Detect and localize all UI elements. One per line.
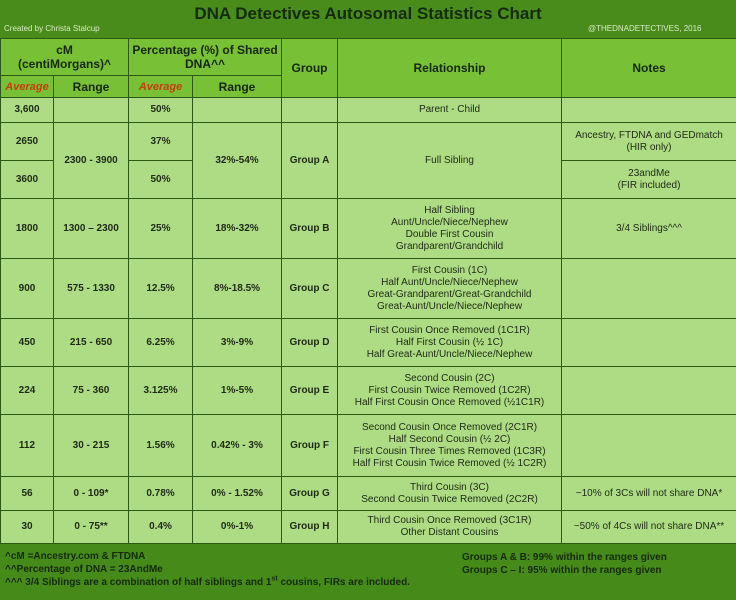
pct-average: 1.56% [128,414,194,477]
notes [561,414,736,477]
pct-range: 32%-54% [192,122,283,199]
footnote-percentage: ^^Percentage of DNA = 23AndMe [5,564,163,575]
pct-range-header: Range [192,75,283,98]
cm-range: 215 - 650 [52,318,130,367]
relationship: Third Cousin Once Removed (3C1R) Other D… [337,510,563,544]
pct-range: 0%-1% [192,510,283,544]
group: Group E [281,366,339,415]
table-row: 30 0 - 75** 0.4% 0%-1% Group H Third Cou… [0,510,736,544]
notes: 3/4 Siblings^^^ [561,198,736,259]
table-row: 450 215 - 650 6.25% 3%-9% Group D First … [0,318,736,367]
cm-average: 224 [0,366,54,415]
pct-range: 8%-18.5% [192,258,283,319]
cm-range: 2300 - 3900 [52,122,130,199]
pct-average: 6.25% [128,318,194,367]
pct-average: 50% [128,97,194,123]
pct-average: 50% [128,160,194,199]
pct-average: 37% [128,122,194,161]
group: Group A [281,122,339,199]
statistics-table: cM (centiMorgans)^ Percentage (%) of Shar… [0,38,736,544]
relationship: Half Sibling Aunt/Uncle/Niece/Nephew Dou… [337,198,563,259]
cm-range: 0 - 75** [52,510,130,544]
pct-average-header: Average [128,75,194,98]
cm-range: 75 - 360 [52,366,130,415]
group: Group D [281,318,339,367]
credit-text: Created by Christa Stalcup [4,24,100,33]
pct-average: 0.78% [128,476,194,511]
chart-title: DNA Detectives Autosomal Statistics Char… [194,4,542,23]
notes [561,318,736,367]
cm-header: cM (centiMorgans)^ [0,38,130,76]
notes: 23andMe (FIR included) [561,160,736,199]
cm-range: 30 - 215 [52,414,130,477]
group: Group C [281,258,339,319]
cm-range [52,97,130,123]
cm-range: 0 - 109* [52,476,130,511]
cm-range: 575 - 1330 [52,258,130,319]
pct-average: 25% [128,198,194,259]
accuracy-notes: Groups A & B: 99% within the ranges give… [462,551,667,577]
pct-range: 3%-9% [192,318,283,367]
notes: Ancestry, FTDNA and GEDmatch (HIR only) [561,122,736,161]
relationship: First Cousin (1C) Half Aunt/Uncle/Niece/… [337,258,563,319]
table-row: 1800 1300 – 2300 25% 18%-32% Group B Hal… [0,198,736,259]
cm-average: 56 [0,476,54,511]
notes: ~10% of 3Cs will not share DNA* [561,476,736,511]
notes [561,97,736,123]
table-row: 112 30 - 215 1.56% 0.42% - 3% Group F Se… [0,414,736,477]
group-header: Group [281,38,339,98]
pct-range: 0% - 1.52% [192,476,283,511]
pct-range: 18%-32% [192,198,283,259]
relationship: First Cousin Once Removed (1C1R) Half Fi… [337,318,563,367]
notes [561,366,736,415]
table-row: 900 575 - 1330 12.5% 8%-18.5% Group C Fi… [0,258,736,319]
pct-average: 12.5% [128,258,194,319]
relationship: Full Sibling [337,122,563,199]
group: Group H [281,510,339,544]
cm-average: 30 [0,510,54,544]
cm-range: 1300 – 2300 [52,198,130,259]
pct-range [192,97,283,123]
pct-average: 0.4% [128,510,194,544]
cm-average: 900 [0,258,54,319]
pct-range: 0.42% - 3% [192,414,283,477]
table-row: 2650 2300 - 3900 37% 32%-54% Group A Ful… [0,122,736,199]
copyright-text: @THEDNADETECTIVES, 2016 [588,24,702,33]
accuracy-note-ci: Groups C – I: 95% within the ranges give… [462,565,662,576]
pct-average: 3.125% [128,366,194,415]
table-row: 3,600 50% Parent - Child [0,97,736,123]
title-bar: DNA Detectives Autosomal Statistics Char… [0,0,736,38]
cm-range-header: Range [52,75,130,98]
accuracy-note-ab: Groups A & B: 99% within the ranges give… [462,552,667,563]
group: Group F [281,414,339,477]
table-row: 56 0 - 109* 0.78% 0% - 1.52% Group G Thi… [0,476,736,511]
footnotes: ^cM =Ancestry.com & FTDNA ^^Percentage o… [5,550,410,589]
pct-range: 1%-5% [192,366,283,415]
relationship: Parent - Child [337,97,563,123]
footnote-cm: ^cM =Ancestry.com & FTDNA [5,551,146,562]
cm-average: 3,600 [0,97,54,123]
cm-average: 1800 [0,198,54,259]
notes [561,258,736,319]
header-row: cM (centiMorgans)^ Percentage (%) of Shar… [0,38,736,98]
relationship-header: Relationship [337,38,563,98]
footnote-siblings: ^^^ 3/4 Siblings are a combination of ha… [5,575,410,588]
relationship: Second Cousin Once Removed (2C1R) Half S… [337,414,563,477]
relationship: Second Cousin (2C) First Cousin Twice Re… [337,366,563,415]
notes-header: Notes [561,38,736,98]
cm-average-header: Average [0,75,54,98]
group: Group B [281,198,339,259]
cm-average: 3600 [0,160,54,199]
table-row: 224 75 - 360 3.125% 1%-5% Group E Second… [0,366,736,415]
cm-average: 2650 [0,122,54,161]
group: Group G [281,476,339,511]
cm-average: 112 [0,414,54,477]
relationship: Third Cousin (3C) Second Cousin Twice Re… [337,476,563,511]
percentage-header: Percentage (%) of Shared DNA^^ [128,38,283,76]
group [281,97,339,123]
notes: ~50% of 4Cs will not share DNA** [561,510,736,544]
cm-average: 450 [0,318,54,367]
